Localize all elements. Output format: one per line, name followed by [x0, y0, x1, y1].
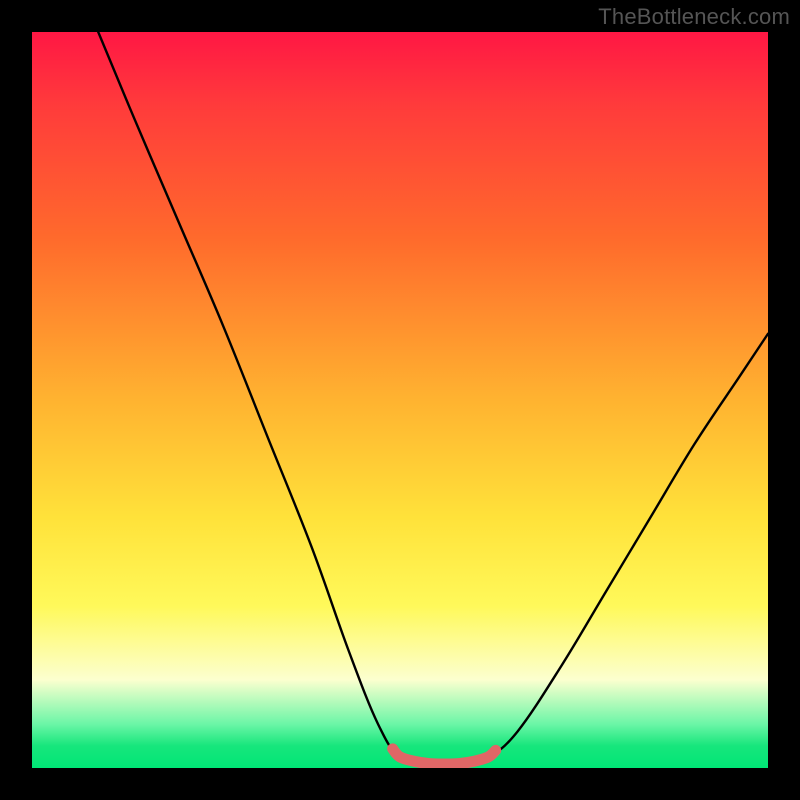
plot-area [32, 32, 768, 768]
curve-line [98, 32, 768, 764]
chart-frame: TheBottleneck.com [0, 0, 800, 800]
bottom-highlight-line [393, 749, 496, 764]
chart-svg [32, 32, 768, 768]
watermark-label: TheBottleneck.com [598, 4, 790, 30]
